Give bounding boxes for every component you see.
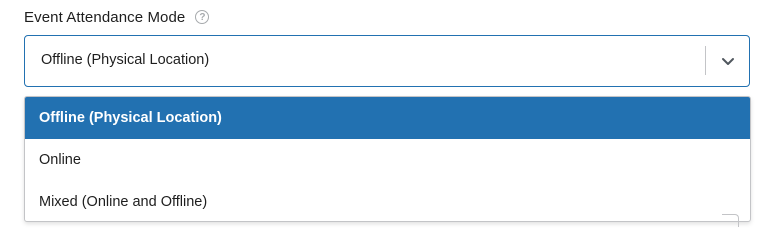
select-value: Offline (Physical Location) xyxy=(41,52,210,68)
option-offline[interactable]: Offline (Physical Location) xyxy=(25,97,750,139)
question-circle-icon[interactable]: ? xyxy=(195,10,210,24)
option-online[interactable]: Online xyxy=(25,139,750,181)
underlying-control-edge xyxy=(722,214,739,227)
attendance-mode-select[interactable]: Offline (Physical Location) xyxy=(24,35,750,87)
select-divider xyxy=(705,46,706,75)
field-label-row: Event Attendance Mode ? xyxy=(24,7,210,27)
chevron-down-icon[interactable] xyxy=(720,53,736,69)
option-mixed[interactable]: Mixed (Online and Offline) xyxy=(25,181,750,221)
attendance-mode-dropdown: Offline (Physical Location) Online Mixed… xyxy=(24,96,751,222)
field-label: Event Attendance Mode xyxy=(24,8,186,26)
event-attendance-mode-field: Event Attendance Mode ? Offline (Physica… xyxy=(0,0,774,232)
